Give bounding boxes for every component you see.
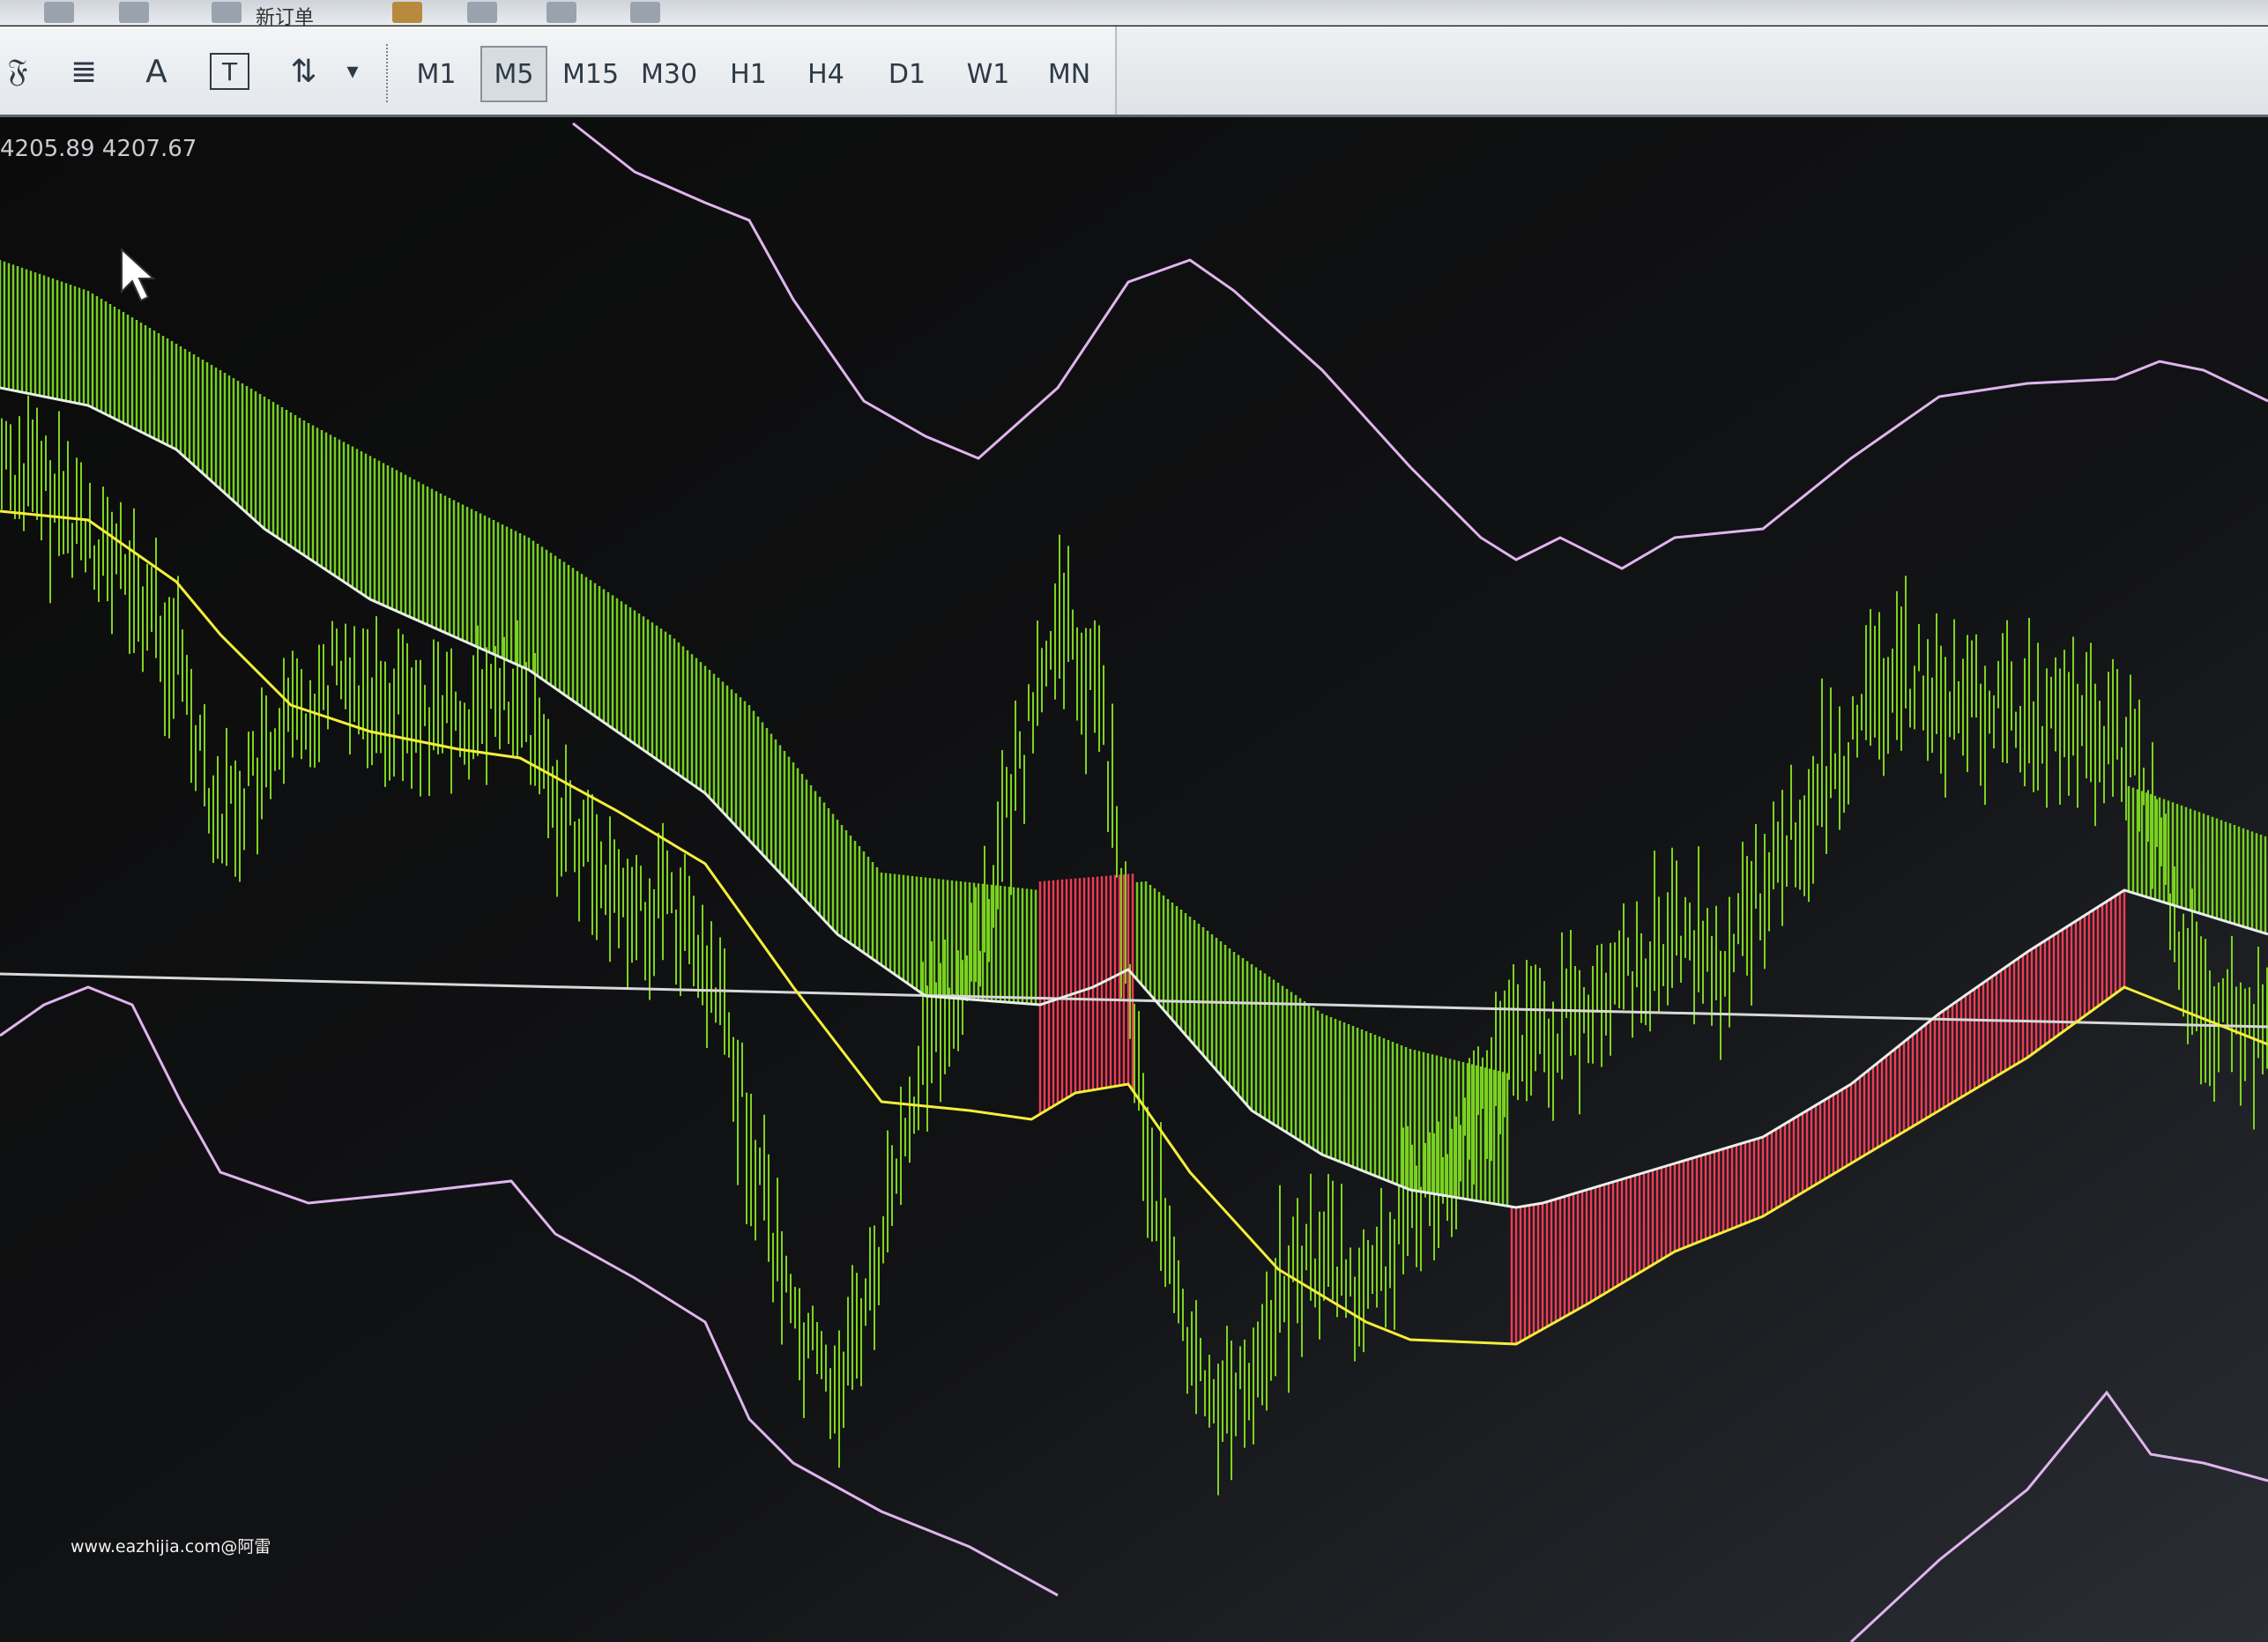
tab-timeframe-m1[interactable]: M1 [405,46,467,102]
price-readout: 4205.89 4207.67 [0,136,197,162]
fibonacci-lines-icon[interactable]: ≣ [62,49,106,93]
price-chart[interactable] [0,117,2268,1642]
globe-icon[interactable] [547,2,576,23]
new-order-icon[interactable] [212,2,242,23]
folder-icon[interactable] [392,2,422,23]
tab-timeframe-m30[interactable]: M30 [633,46,705,102]
arrows-icon[interactable]: ⇅ [284,49,323,93]
tab-timeframe-m15[interactable]: M15 [555,46,626,102]
tab-timeframe-w1[interactable]: W1 [956,46,1020,102]
fibonacci-expansion-icon[interactable]: 𝔉 [0,49,35,93]
timeframe-toolbar: 𝔉 ≣ A T ⇅ ▾ M1 M5 M15 M30 H1 H4 D1 W1 MN [0,26,2268,117]
text-tool-icon[interactable]: A [137,49,176,93]
cloud-icon[interactable] [467,2,497,23]
tab-timeframe-h4[interactable]: H4 [796,46,856,102]
document-icon[interactable] [44,2,74,23]
chart-background [0,117,2268,1642]
tab-timeframe-d1[interactable]: D1 [877,46,937,102]
auto-trading-icon[interactable] [630,2,660,23]
text-label-icon[interactable]: T [210,53,249,90]
toolbar-separator [386,44,391,102]
timeframe-panel: 𝔉 ≣ A T ⇅ ▾ M1 M5 M15 M30 H1 H4 D1 W1 MN [0,26,1117,115]
watermark: www.eazhijia.com@阿雷 [71,1537,271,1557]
main-toolbar: 新订单 [0,0,2268,28]
chart-zoom-icon[interactable] [119,2,149,23]
tab-timeframe-m5[interactable]: M5 [480,46,547,102]
dropdown-arrow-icon[interactable]: ▾ [339,49,366,93]
tab-timeframe-mn[interactable]: MN [1033,46,1105,102]
tab-timeframe-h1[interactable]: H1 [718,46,778,102]
